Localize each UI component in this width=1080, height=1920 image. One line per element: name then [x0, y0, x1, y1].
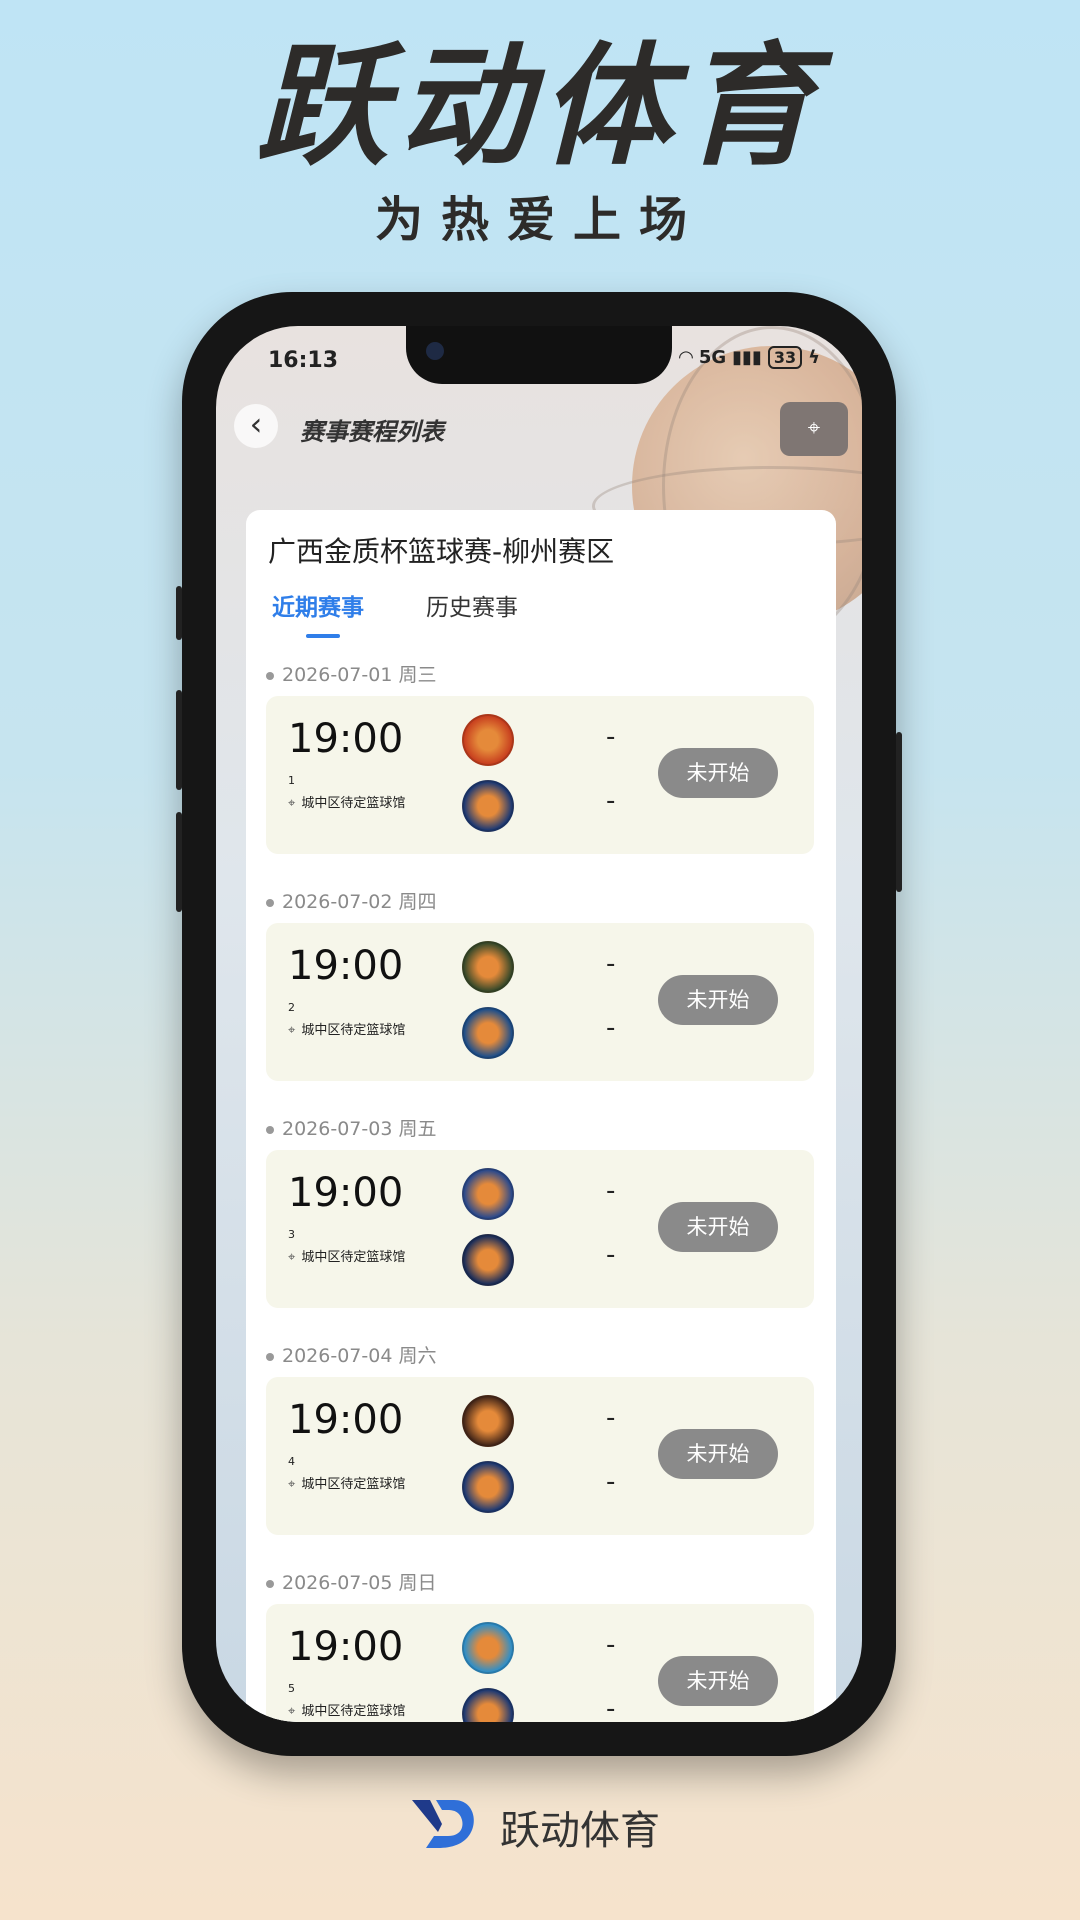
tab-history[interactable]: 历史赛事 [426, 588, 518, 622]
home-team-logo [462, 1395, 514, 1447]
location-button[interactable]: ⌖ [780, 402, 848, 456]
tab-recent[interactable]: 近期赛事 [272, 588, 364, 622]
match-venue: ⌖ 城中区待定篮球馆 [288, 1700, 405, 1719]
status-time: 16:13 [268, 348, 339, 373]
location-pin-icon: ⌖ [288, 1023, 296, 1038]
footer-brand: 跃动体育 [500, 1808, 660, 1854]
signal-bars-icon: ▮▮▮ [732, 347, 762, 368]
match-number: 3 [288, 1228, 295, 1241]
front-camera [426, 342, 444, 360]
home-team-logo [462, 1168, 514, 1220]
home-score: - [606, 1176, 616, 1206]
phone-volume-up-button [176, 690, 182, 790]
signal-label: 5G [698, 347, 727, 368]
page-title: 赛事赛程列表 [300, 418, 444, 446]
match-time: 19:00 [288, 716, 404, 762]
hero-subtitle: 为热爱上场 [374, 192, 705, 248]
hero-title: 跃动体育 [256, 30, 824, 184]
away-score: - [606, 1467, 616, 1497]
wifi-icon: ◠ [678, 347, 693, 368]
tab-indicator [306, 634, 340, 638]
match-venue: ⌖ 城中区待定篮球馆 [288, 1246, 405, 1265]
match-time: 19:00 [288, 1397, 404, 1443]
match-time: 19:00 [288, 1170, 404, 1216]
match-time: 19:00 [288, 1624, 404, 1670]
location-pin-icon: ⌖ [288, 796, 296, 811]
home-score: - [606, 722, 616, 752]
match-card[interactable]: 19:00 4 ⌖ 城中区待定篮球馆 - - 未开始 [266, 1377, 814, 1535]
home-team-logo [462, 714, 514, 766]
away-score: - [606, 1694, 616, 1722]
match-status-button[interactable]: 未开始 [658, 975, 778, 1025]
chevron-left-icon: ‹ [249, 405, 263, 443]
venue-label: 城中区待定篮球馆 [301, 1023, 406, 1038]
match-date: 2026-07-02 周四 [266, 887, 436, 914]
venue-label: 城中区待定篮球馆 [301, 796, 406, 811]
away-score: - [606, 1240, 616, 1270]
away-team-logo [462, 1007, 514, 1059]
home-team-logo [462, 1622, 514, 1674]
match-status-button[interactable]: 未开始 [658, 748, 778, 798]
venue-label: 城中区待定篮球馆 [301, 1704, 406, 1719]
league-title: 广西金质杯篮球赛-柳州赛区 [268, 535, 615, 568]
schedule-panel: 广西金质杯篮球赛-柳州赛区 近期赛事 历史赛事 2026-07-01 周三 19:… [246, 510, 836, 1722]
away-team-logo [462, 780, 514, 832]
match-status-button[interactable]: 未开始 [658, 1429, 778, 1479]
phone-volume-down-button [176, 812, 182, 912]
back-button[interactable]: ‹ [234, 404, 278, 448]
match-card[interactable]: 19:00 2 ⌖ 城中区待定篮球馆 - - 未开始 [266, 923, 814, 1081]
match-card[interactable]: 19:00 1 ⌖ 城中区待定篮球馆 - - 未开始 [266, 696, 814, 854]
camera-notch [406, 326, 672, 384]
location-pin-icon: ⌖ [807, 416, 821, 441]
match-number: 1 [288, 774, 295, 787]
brand-logo-icon [412, 1800, 474, 1848]
away-score: - [606, 786, 616, 816]
charging-icon: ϟ [808, 347, 820, 368]
home-score: - [606, 1630, 616, 1660]
match-time: 19:00 [288, 943, 404, 989]
match-status-button[interactable]: 未开始 [658, 1656, 778, 1706]
match-date: 2026-07-01 周三 [266, 660, 436, 687]
phone-frame: 16:13 ◠ 5G ▮▮▮ 33 ϟ ‹ 赛事赛程列表 ⌖ 广西金质杯篮球赛-… [176, 292, 902, 1756]
away-team-logo [462, 1461, 514, 1513]
match-venue: ⌖ 城中区待定篮球馆 [288, 792, 405, 811]
status-icons: ◠ 5G ▮▮▮ 33 ϟ [679, 346, 820, 369]
match-date: 2026-07-04 周六 [266, 1341, 436, 1368]
venue-label: 城中区待定篮球馆 [301, 1250, 406, 1265]
battery-icon: 33 [767, 346, 803, 369]
home-score: - [606, 949, 616, 979]
match-card[interactable]: 19:00 5 ⌖ 城中区待定篮球馆 - - 未开始 [266, 1604, 814, 1722]
phone-power-button [896, 732, 902, 892]
location-pin-icon: ⌖ [288, 1477, 296, 1492]
away-team-logo [462, 1688, 514, 1722]
location-pin-icon: ⌖ [288, 1250, 296, 1265]
match-number: 4 [288, 1455, 295, 1468]
match-venue: ⌖ 城中区待定篮球馆 [288, 1473, 405, 1492]
phone-mute-button [176, 586, 182, 640]
match-number: 5 [288, 1682, 295, 1695]
match-status-button[interactable]: 未开始 [658, 1202, 778, 1252]
away-score: - [606, 1013, 616, 1043]
match-date: 2026-07-03 周五 [266, 1114, 436, 1141]
match-number: 2 [288, 1001, 295, 1014]
home-score: - [606, 1403, 616, 1433]
match-date: 2026-07-05 周日 [266, 1568, 436, 1595]
phone-screen: 16:13 ◠ 5G ▮▮▮ 33 ϟ ‹ 赛事赛程列表 ⌖ 广西金质杯篮球赛-… [216, 326, 862, 1722]
location-pin-icon: ⌖ [288, 1704, 296, 1719]
match-venue: ⌖ 城中区待定篮球馆 [288, 1019, 405, 1038]
match-card[interactable]: 19:00 3 ⌖ 城中区待定篮球馆 - - 未开始 [266, 1150, 814, 1308]
home-team-logo [462, 941, 514, 993]
venue-label: 城中区待定篮球馆 [301, 1477, 406, 1492]
away-team-logo [462, 1234, 514, 1286]
